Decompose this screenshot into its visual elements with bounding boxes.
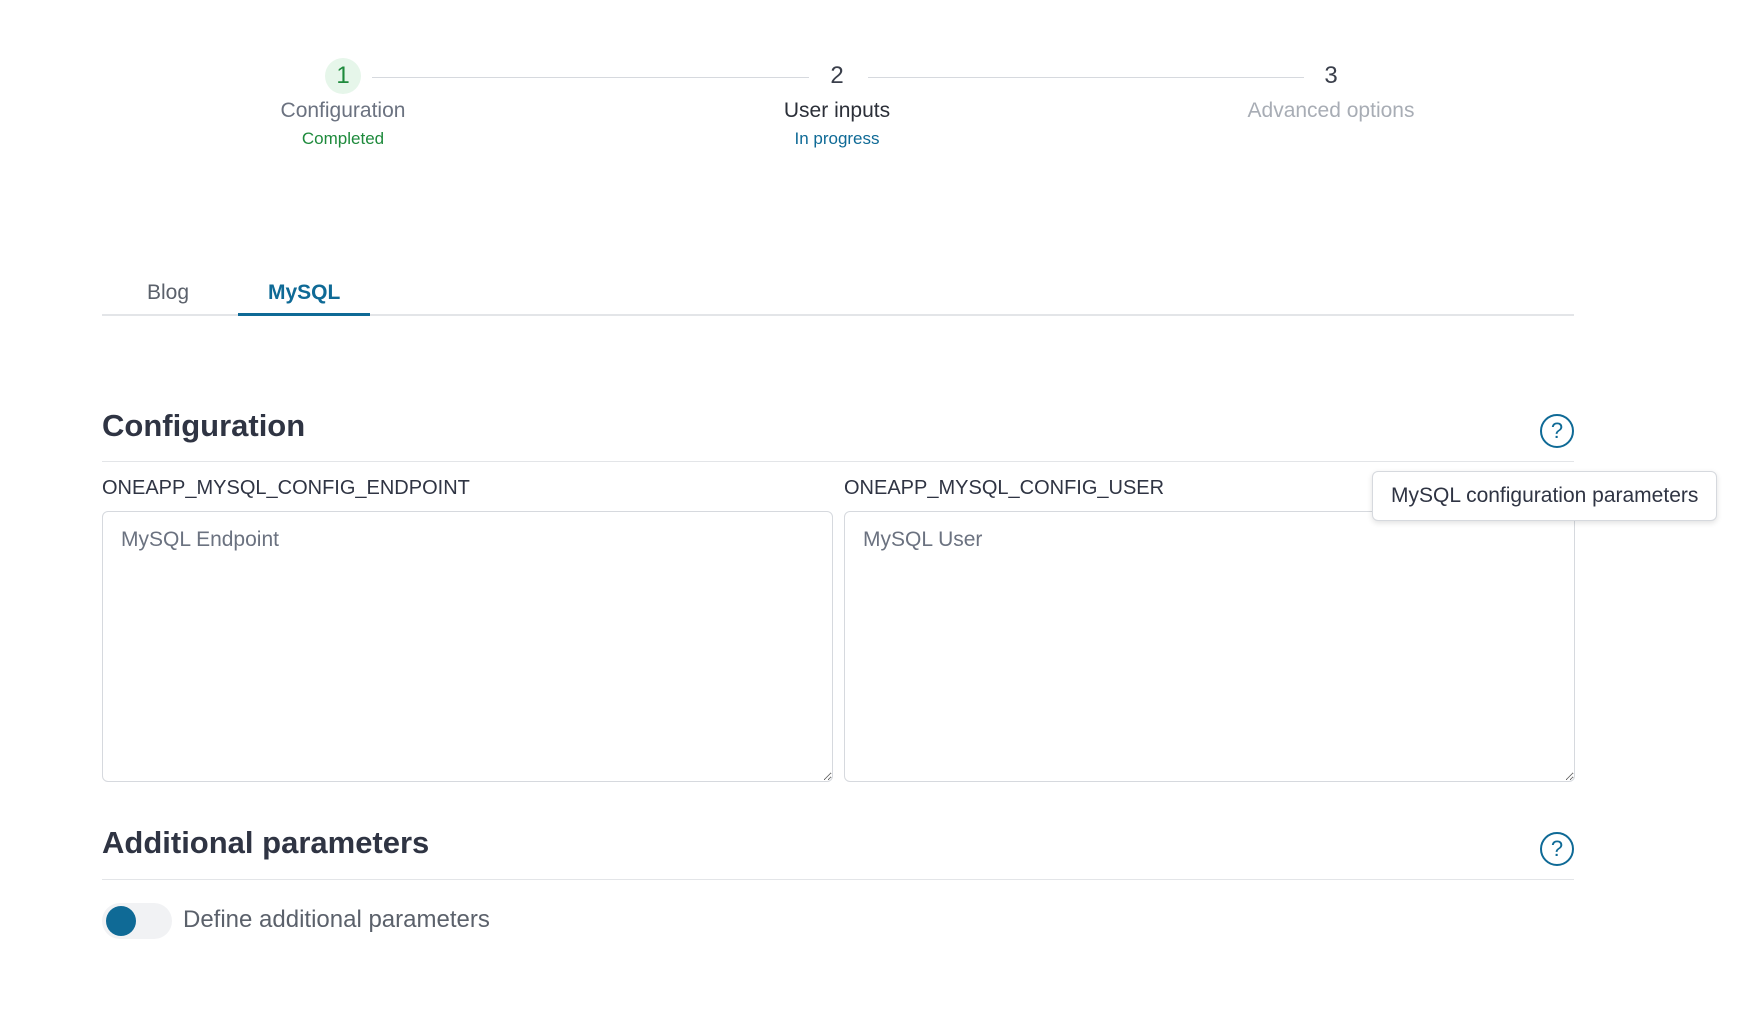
step-configuration[interactable]: 1 Configuration Completed — [223, 58, 463, 149]
additional-parameters-title: Additional parameters — [102, 825, 430, 860]
toggle-knob — [106, 906, 136, 936]
step-title: Configuration — [280, 99, 406, 122]
step-number: 1 — [325, 58, 361, 94]
user-label: ONEAPP_MYSQL_CONFIG_USER — [844, 477, 1165, 499]
step-status: Completed — [301, 129, 385, 148]
mysql-user-input[interactable] — [844, 511, 1575, 782]
tab-mysql[interactable]: MySQL — [238, 278, 371, 316]
step-title: Advanced options — [1247, 99, 1415, 122]
tab-blog[interactable]: Blog — [117, 278, 219, 314]
step-user-inputs[interactable]: 2 User inputs In progress — [717, 58, 957, 149]
additional-parameters-toggle[interactable] — [102, 903, 172, 939]
step-advanced-options[interactable]: 3 Advanced options — [1211, 58, 1451, 129]
step-number: 2 — [830, 62, 844, 89]
configuration-title: Configuration — [102, 408, 306, 443]
question-circle-icon[interactable]: ? — [1540, 414, 1574, 448]
additional-parameters-section-header: Additional parameters ? — [102, 825, 1574, 880]
step-number: 3 — [1324, 62, 1338, 89]
tab-bar: Blog MySQL — [102, 270, 1574, 316]
endpoint-label: ONEAPP_MYSQL_CONFIG_ENDPOINT — [102, 477, 470, 499]
step-title: User inputs — [783, 99, 891, 122]
mysql-endpoint-input[interactable] — [102, 511, 833, 782]
configuration-section-header: Configuration ? — [102, 408, 1574, 462]
toggle-label: Define additional parameters — [183, 906, 490, 933]
stepper: 1 Configuration Completed 2 User inputs … — [0, 0, 1756, 180]
step-status: In progress — [794, 129, 880, 148]
help-tooltip: MySQL configuration parameters — [1372, 471, 1718, 521]
question-circle-icon[interactable]: ? — [1540, 832, 1574, 866]
